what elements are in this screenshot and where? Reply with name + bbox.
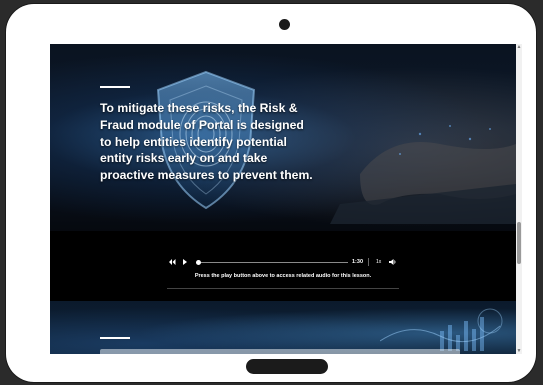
audio-player: 1:30 1x: [168, 257, 398, 267]
audio-caption: Press the play button above to access re…: [194, 273, 372, 279]
audio-panel: 1:30 1x Press the play button above to a…: [50, 231, 516, 301]
scroll-thumb[interactable]: [517, 222, 521, 264]
data-graphic-image: [380, 308, 503, 351]
hero-text: To mitigate these risks, the Risk & Frau…: [100, 101, 313, 183]
volume-icon[interactable]: [388, 257, 397, 267]
scroll-down-arrow-icon[interactable]: ▼: [516, 348, 522, 354]
hero-banner: To mitigate these risks, the Risk & Frau…: [50, 44, 516, 231]
player-separator: [368, 258, 369, 266]
lesson-screen: To mitigate these risks, the Risk & Frau…: [50, 44, 522, 354]
home-bar: [246, 359, 328, 374]
play-icon[interactable]: [182, 257, 188, 267]
scroll-up-arrow-icon[interactable]: ▲: [516, 44, 522, 50]
rewind-icon[interactable]: [168, 257, 176, 267]
audio-progress-knob[interactable]: [196, 259, 201, 265]
hero-accent-line: [100, 86, 130, 88]
tablet-frame: To mitigate these risks, the Risk & Frau…: [6, 4, 536, 382]
next-section-banner: [50, 301, 516, 354]
scrollbar[interactable]: ▲ ▼: [516, 44, 522, 354]
audio-time: 1:30: [352, 259, 364, 265]
hand-keyboard-image: [330, 125, 516, 224]
playback-speed[interactable]: 1x: [376, 257, 381, 267]
audio-progress-track[interactable]: [196, 261, 348, 263]
next-section-accent-line: [100, 337, 130, 339]
camera-dot: [279, 19, 290, 30]
next-section-text-cutoff: [100, 349, 460, 354]
audio-divider: [167, 288, 399, 289]
